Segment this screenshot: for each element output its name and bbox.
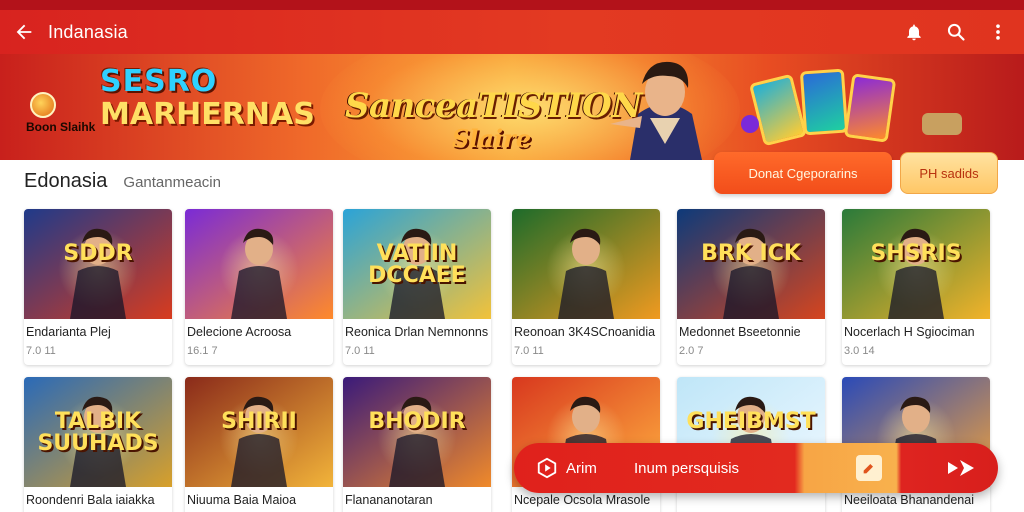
banner-hero-illustration: [610, 61, 702, 160]
cover-title-text: GHEIBMST: [686, 409, 816, 434]
game-cover-art: [512, 209, 660, 319]
banner-cards-illustration: [748, 68, 900, 158]
fab-play-button[interactable]: Arim: [514, 457, 634, 479]
fab-share-button[interactable]: [924, 443, 998, 493]
game-name: Nocerlach H Sgiociman: [844, 325, 975, 339]
game-tile[interactable]: BRK ICK Medonnet Bseetonnie 2.0 7: [677, 209, 825, 365]
secondary-action-button[interactable]: PH sadids: [900, 152, 998, 194]
game-tile[interactable]: Delecione Acroosa 16.1 7: [185, 209, 333, 365]
game-name: Roondenri Bala iaiakka: [26, 493, 155, 507]
game-rating: 2.0 7: [679, 345, 704, 357]
game-cover-art: [185, 209, 333, 319]
notification-bell-icon[interactable]: [896, 14, 932, 50]
game-rating: 3.0 14: [844, 345, 875, 357]
game-cover-art: BHODIR: [343, 377, 491, 487]
banner-logo-line1: SESRO: [100, 64, 218, 99]
cover-title-text: TALBIK SUUHADS: [37, 409, 159, 456]
cover-title-text: SHSRIS: [870, 241, 962, 266]
cover-title-text: BRK ICK: [701, 241, 801, 266]
game-cover-art: TALBIK SUUHADS: [24, 377, 172, 487]
game-tile[interactable]: BHODIR Flanananotaran: [343, 377, 491, 512]
game-tile[interactable]: Reonoan 3K4SCnoanidia 7.0 11: [512, 209, 660, 365]
edit-icon[interactable]: [856, 455, 882, 481]
back-arrow-icon[interactable]: [0, 10, 48, 54]
app-title: Indanasia: [48, 21, 128, 42]
game-name: Delecione Acroosa: [187, 325, 292, 339]
game-tile[interactable]: SDDR Endarianta Plej 7.0 11: [24, 209, 172, 365]
game-name: Medonnet Bseetonnie: [679, 325, 801, 339]
character-illustration: [231, 228, 287, 319]
fab-label: Arim: [566, 459, 597, 477]
game-rating: 16.1 7: [187, 345, 218, 357]
game-name: Reonoan 3K4SCnoanidia: [514, 325, 656, 339]
character-illustration: [558, 228, 614, 319]
fab-text[interactable]: Inum persquisis: [634, 460, 814, 477]
section-subtitle: Gantanmeacin: [123, 174, 221, 191]
gem-icon: [922, 113, 962, 135]
game-rating: 7.0 11: [514, 345, 544, 357]
game-name: Flanananotaran: [345, 493, 433, 507]
cover-title-text: BHODIR: [368, 409, 466, 434]
game-name: Ncepale Ocsola Mrasole: [514, 493, 651, 507]
banner-subline: Slaire: [452, 124, 532, 153]
game-tile[interactable]: VATIIN DCCAEE Reonica Drlan Nemnonns 7.0 1…: [343, 209, 491, 365]
cover-title-text: SHIRII: [221, 409, 297, 434]
banner-game-logo: SESRO MARHERNAS: [100, 64, 315, 144]
game-name: Reonica Drlan Nemnonns: [345, 325, 489, 339]
app-bar-actions: [896, 10, 1016, 54]
more-vertical-icon[interactable]: [980, 14, 1016, 50]
cover-title-text: SDDR: [63, 241, 133, 266]
primary-action-button[interactable]: Donat Cgeporarins: [714, 152, 892, 194]
brand-coin-icon: [30, 92, 56, 118]
banner-logo-line2: MARHERNAS: [100, 97, 315, 132]
game-cover-art: SHIRII: [185, 377, 333, 487]
game-tile[interactable]: SHIRII Niuuma Baia Maioa: [185, 377, 333, 512]
game-tile[interactable]: SHSRIS Nocerlach H Sgiociman 3.0 14: [842, 209, 990, 365]
cover-title-text: VATIIN DCCAEE: [368, 241, 466, 288]
promo-banner[interactable]: Boon Slaihk SESRO MARHERNAS SanceaTISTIO…: [0, 54, 1024, 160]
share-megaphone-icon: [948, 460, 974, 476]
game-name: Endarianta Plej: [26, 325, 111, 339]
game-name: Neeiloata Bhanandenai: [844, 493, 974, 507]
game-cover-art: VATIIN DCCAEE: [343, 209, 491, 319]
status-bar: [0, 0, 1024, 10]
banner-brand-text: Boon Slaihk: [26, 120, 96, 134]
orb-icon: [741, 115, 759, 133]
game-tile[interactable]: TALBIK SUUHADS Roondenri Bala iaiakka: [24, 377, 172, 512]
game-name: Niuuma Baia Maioa: [187, 493, 297, 507]
game-cover-art: SHSRIS: [842, 209, 990, 319]
section-title: Edonasia: [24, 170, 108, 192]
floating-action-bar: Arim Inum persquisis: [514, 443, 998, 493]
search-icon[interactable]: [938, 14, 974, 50]
game-cover-art: BRK ICK: [677, 209, 825, 319]
section-header: Edonasia Gantanmeacin: [24, 170, 221, 193]
app-bar: Indanasia: [0, 10, 1024, 54]
game-cover-art: SDDR: [24, 209, 172, 319]
game-rating: 7.0 11: [26, 345, 56, 357]
game-rating: 7.0 11: [345, 345, 375, 357]
hexagon-play-icon: [537, 457, 557, 479]
